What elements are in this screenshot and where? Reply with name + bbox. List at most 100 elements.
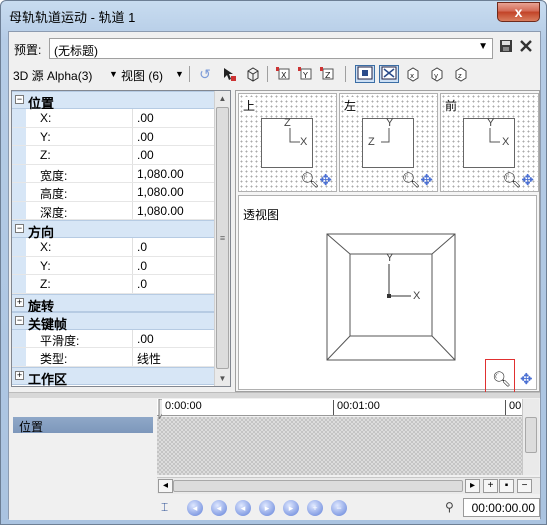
prev-frame-icon[interactable]: ◂ [235,500,251,516]
track-label-position[interactable]: 位置 [13,417,153,434]
timeline-hscrollbar[interactable]: ◂ ▸ + ▪ − [157,477,540,494]
timeline-vscrollbar[interactable] [522,399,539,475]
category-rotation[interactable]: + 旋转 [12,293,215,314]
view-z-icon[interactable]: z [451,65,471,83]
next-keyframe-icon[interactable]: ▸ [259,500,275,516]
property-row[interactable]: 高度: 1,080.00 [12,183,215,202]
property-value[interactable]: 1,080.00 [132,164,215,182]
prev-keyframe-icon[interactable]: ◂ [211,500,227,516]
scroll-thumb[interactable] [173,480,463,492]
collapse-icon[interactable]: − [15,224,24,233]
scroll-right-icon[interactable]: ▸ [465,479,480,493]
collapse-icon[interactable]: − [15,95,24,104]
zoom-icon[interactable]: 🔍︎ [401,172,420,189]
preset-dropdown[interactable]: (无标题) ▼ [49,38,493,59]
property-row[interactable]: Z: .0 [12,275,215,294]
keyframe-track-area[interactable] [157,417,522,475]
property-name: X: [40,111,52,125]
property-value[interactable]: 1,080.00 [132,201,215,219]
category-position[interactable]: − 位置 [12,91,215,111]
first-keyframe-icon[interactable]: ◂ [187,500,203,516]
sync-cursor-icon[interactable]: ⌶ [161,500,168,515]
last-keyframe-icon[interactable]: ▸ [283,500,299,516]
row-gutter [12,127,26,145]
property-value[interactable]: .0 [132,275,215,293]
category-orientation[interactable]: − 方向 [12,220,215,240]
property-row[interactable]: X: .0 [12,238,215,257]
move-mode-icon[interactable] [355,65,375,83]
playhead-marker[interactable] [158,399,162,419]
property-row[interactable]: 宽度: 1,080.00 [12,164,215,183]
view-x-icon[interactable]: x [403,65,423,83]
property-value[interactable]: .00 [132,146,215,164]
pan-icon[interactable]: ✥ [319,172,332,189]
property-value[interactable]: .00 [132,329,215,347]
property-value[interactable]: .00 [132,127,215,145]
property-value[interactable]: .00 [132,109,215,127]
delete-keyframe-icon[interactable]: − [331,500,347,516]
property-row[interactable]: Z: .00 [12,146,215,165]
category-workspace[interactable]: + 工作区 [12,366,215,386]
perspective-view[interactable]: 透视图 Y X 🔍︎ ✥ [238,195,537,393]
view-y-icon[interactable]: y [427,65,447,83]
property-name: Z: [40,277,51,291]
collapse-icon[interactable]: − [15,315,24,325]
mode-dropdown[interactable]: 3D 源 Alpha(3) [13,67,92,84]
pan-icon[interactable]: ✥ [420,172,433,189]
front-view[interactable]: 前 Y X 🔍︎✥ [440,93,539,192]
window-close-button[interactable]: x [497,2,540,22]
expand-icon[interactable]: + [15,297,24,307]
view-dropdown[interactable]: 视图 (6) [121,67,163,84]
zoom-button-highlight[interactable]: 🔍︎ [485,359,515,393]
current-time-field[interactable]: 00:00:00.00 [463,498,540,517]
property-row[interactable]: Y: .0 [12,256,215,275]
save-preset-icon[interactable] [497,39,515,57]
property-value[interactable]: 1,080.00 [132,183,215,201]
toolbar: 3D 源 Alpha(3) ▼ 视图 (6) ▼ ↺ X Y Z x y z [9,62,540,86]
property-row[interactable]: 平滑度: .00 [12,329,215,348]
zoom-out-button[interactable]: − [517,479,532,493]
property-row[interactable]: 深度: 1,080.00 [12,201,215,220]
add-keyframe-icon[interactable]: + [307,500,323,516]
zoom-icon[interactable]: 🔍︎ [502,172,521,189]
property-name: 平滑度: [40,333,80,348]
expand-icon[interactable]: + [15,370,24,380]
panel-splitter[interactable] [9,392,540,398]
pan-icon[interactable]: ✥ [520,370,533,388]
property-value[interactable]: .0 [132,238,215,256]
zoom-icon[interactable]: 🔍︎ [492,370,511,388]
title-bar[interactable]: 母轨轨道运动 - 轨道 1 x [1,1,546,29]
zoom-slider[interactable]: ▪ [499,479,514,493]
delete-preset-icon[interactable] [517,39,535,57]
scroll-up-icon[interactable]: ▲ [215,91,230,106]
zoom-in-button[interactable]: + [483,479,498,493]
chevron-down-icon[interactable]: ▼ [109,69,118,79]
category-keyframe[interactable]: − 关键帧 [12,311,215,332]
time-ruler[interactable]: 0:00:00 00:01:00 00 [157,399,522,416]
lock-x-axis-icon[interactable]: X [273,65,293,83]
property-name: 深度: [40,205,68,220]
undo-icon[interactable]: ↺ [195,65,215,83]
scroll-down-icon[interactable]: ▼ [215,371,230,386]
row-gutter [12,256,26,274]
property-row[interactable]: 类型: 线性 [12,348,215,367]
lock-z-axis-icon[interactable]: Z [317,65,337,83]
lock-icon[interactable]: ⚲ [445,500,454,514]
property-value[interactable]: 线性 [132,348,215,366]
scale-mode-icon[interactable] [379,65,399,83]
zoom-icon[interactable]: 🔍︎ [300,172,319,189]
top-view[interactable]: 上 Z X 🔍︎✥ [238,93,337,192]
lock-y-axis-icon[interactable]: Y [295,65,315,83]
scroll-left-icon[interactable]: ◂ [158,479,173,493]
property-row[interactable]: X: .00 [12,109,215,128]
property-value[interactable]: .0 [132,256,215,274]
scroll-thumb[interactable]: ≡ [216,107,229,369]
box-tool-icon[interactable] [243,65,263,83]
scroll-thumb[interactable] [525,417,537,453]
chevron-down-icon[interactable]: ▼ [175,69,184,79]
edit-tool-icon[interactable] [219,65,239,83]
left-view[interactable]: 左 Y Z 🔍︎✥ [339,93,438,192]
property-scrollbar[interactable]: ▲ ≡ ▼ [214,91,230,386]
pan-icon[interactable]: ✥ [521,172,534,189]
property-row[interactable]: Y: .00 [12,127,215,146]
